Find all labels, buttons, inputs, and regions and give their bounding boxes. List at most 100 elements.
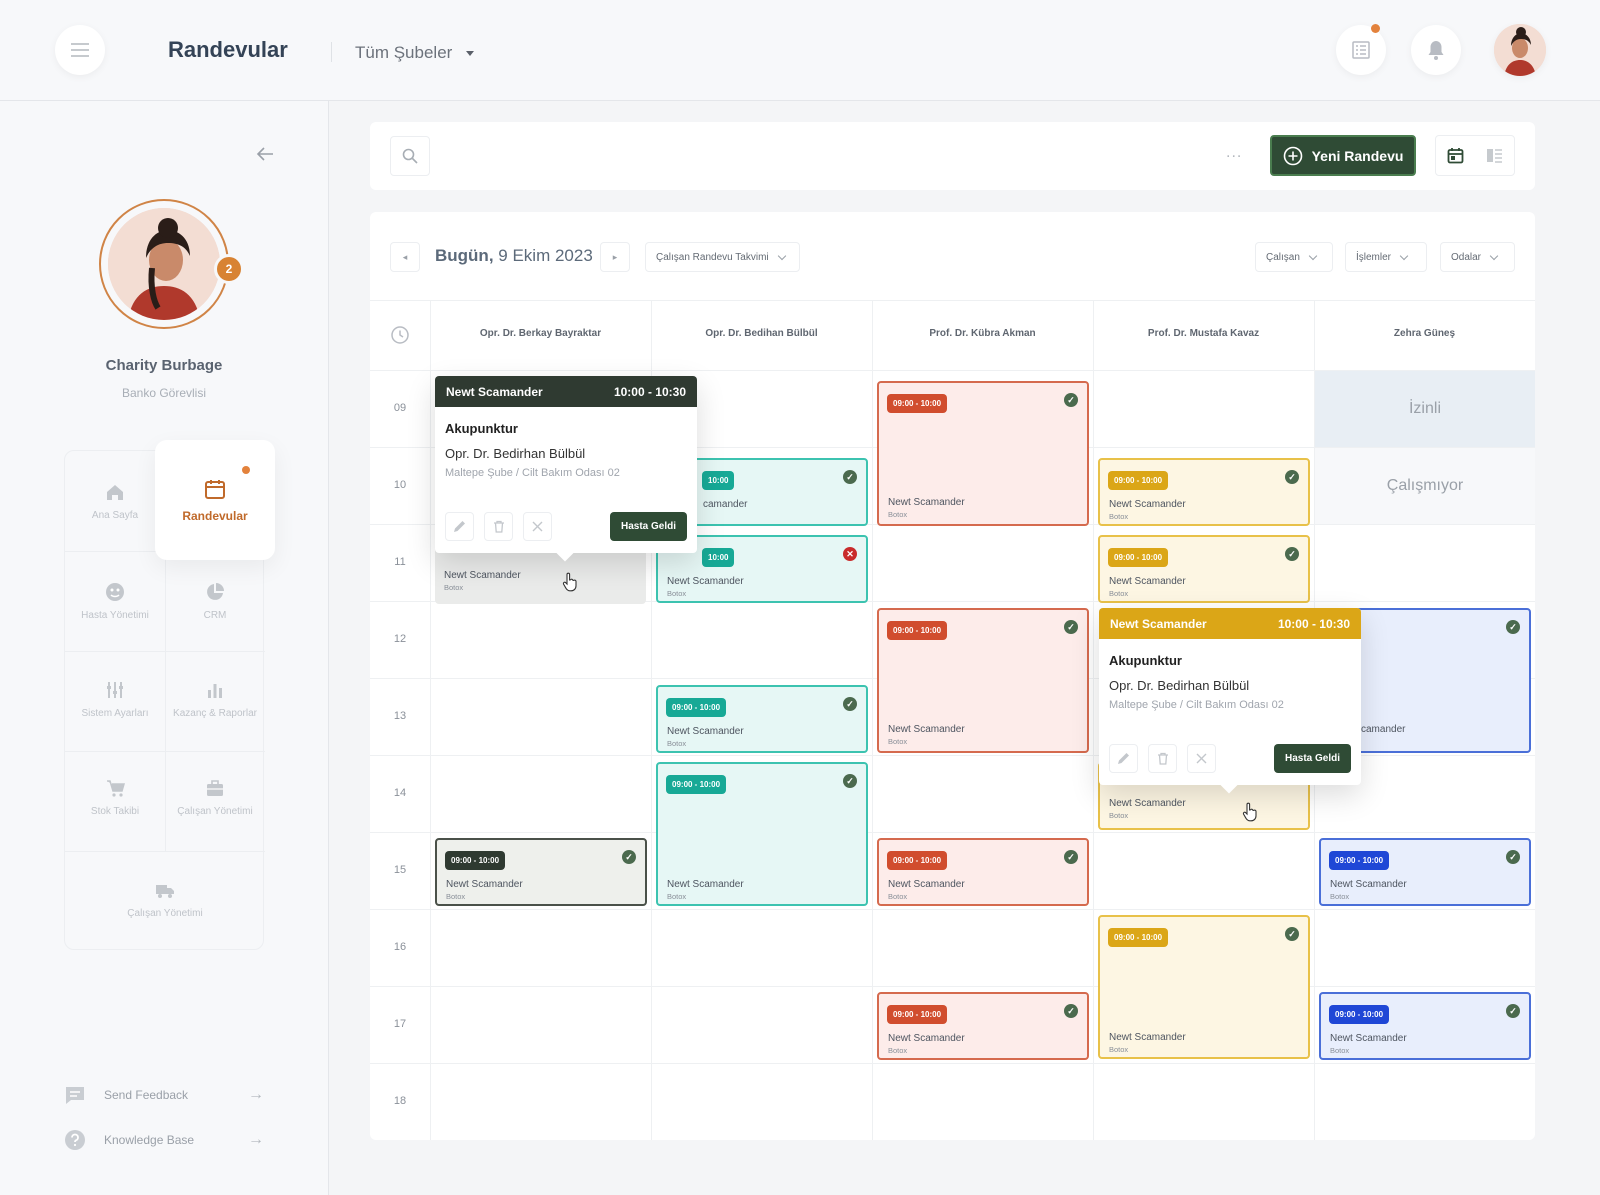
sidebar-item-label: Kazanç & Raporlar	[173, 708, 257, 719]
new-appointment-label: Yeni Randevu	[1311, 147, 1404, 164]
column-header: Prof. Dr. Mustafa Kavaz	[1147, 328, 1260, 339]
delete-button[interactable]	[1148, 744, 1177, 773]
pencil-icon	[1118, 753, 1129, 764]
popup-procedure: Akupunktur	[445, 421, 518, 436]
appointment-service: Botox	[888, 510, 908, 519]
filter-employee[interactable]: Çalışan	[1255, 242, 1333, 272]
calendar-icon	[205, 480, 225, 499]
chevron-down-icon	[1489, 251, 1499, 260]
check-icon: ✓	[843, 697, 857, 711]
sidebar-item-label: CRM	[203, 610, 227, 621]
arrow-right-icon: →	[248, 1086, 264, 1103]
sidebar-item-staff[interactable]: Çalışan Yönetimi	[165, 778, 265, 817]
notes-button[interactable]	[1336, 25, 1386, 75]
column-header: Opr. Dr. Bedihan Bülbül	[705, 328, 818, 339]
list-view-button[interactable]	[1475, 136, 1514, 175]
delete-button[interactable]	[484, 512, 513, 541]
close-button[interactable]	[523, 512, 552, 541]
appointment-card[interactable]: 09:00 - 10:00 ✓ Newt Scamander Botox	[435, 838, 647, 906]
appointments-dot	[242, 466, 250, 474]
view-select[interactable]: Çalışan Randevu Takvimi	[645, 242, 800, 272]
divider	[331, 42, 332, 62]
sidebar-item-appointments[interactable]: Randevular	[155, 440, 275, 560]
more-options-icon[interactable]: ...	[1226, 144, 1242, 162]
popup-patient-name: Newt Scamander	[446, 384, 543, 399]
filter-rooms[interactable]: Odalar	[1440, 242, 1515, 272]
knowledge-base-label: Knowledge Base	[104, 1133, 195, 1147]
menu-button[interactable]	[55, 25, 105, 75]
appointment-card[interactable]: 09:00 - 10:00 ✓ Newt Scamander Botox	[656, 685, 868, 753]
calendar-icon	[1447, 148, 1464, 164]
appointment-service: Botox	[667, 892, 687, 901]
plus-circle-icon	[1283, 146, 1302, 165]
filter-procedures[interactable]: İşlemler	[1345, 242, 1427, 272]
sidebar-item-staff-2[interactable]: Çalışan Yönetimi	[115, 880, 215, 919]
user-role: Banko Görevlisi	[121, 386, 207, 400]
sidebar-item-stock[interactable]: Stok Takibi	[65, 778, 165, 817]
appointment-card[interactable]: 09:00 - 10:00 ✓ Newt Scamander Botox	[877, 381, 1089, 526]
appointment-card[interactable]: 09:00 - 10:00 ✓ Newt Scamander Botox	[877, 608, 1089, 753]
appointment-card[interactable]: 09:00 - 10:00 ✓ Newt Scamander Botox	[1098, 535, 1310, 603]
edit-button[interactable]	[445, 512, 474, 541]
appointment-card[interactable]: 09:00 - 10:00 ✓ Newt Scamander Botox	[877, 838, 1089, 906]
patient-arrived-button[interactable]: Hasta Geldi	[1273, 744, 1351, 773]
current-date: Bugün, 9 Ekim 2023	[435, 246, 593, 266]
search-button[interactable]	[390, 136, 430, 176]
chevron-down-icon	[1399, 251, 1409, 260]
check-icon: ✓	[1064, 620, 1078, 634]
avatar-image	[108, 208, 220, 320]
check-icon: ✓	[1064, 850, 1078, 864]
sidebar-item-patients[interactable]: Hasta Yönetimi	[65, 582, 165, 621]
notifications-button[interactable]	[1411, 25, 1461, 75]
profile-avatar[interactable]	[1494, 24, 1546, 76]
sidebar-item-crm[interactable]: CRM	[165, 582, 265, 621]
send-feedback-link[interactable]: Send Feedback →	[64, 1084, 264, 1106]
sidebar-item-home[interactable]: Ana Sayfa	[65, 482, 165, 521]
check-icon: ✓	[1506, 620, 1520, 634]
appointment-service: Botox	[667, 589, 687, 598]
appointment-name: Newt Scamander	[888, 497, 965, 508]
appointment-card[interactable]: 09:00 - 10:00 ✓ Newt Scamander Botox	[1319, 838, 1531, 906]
popup-location: Maltepe Şube / Cilt Bakım Odası 02	[445, 467, 620, 479]
sidebar-item-settings[interactable]: Sistem Ayarları	[65, 680, 165, 719]
calendar-view-button[interactable]	[1436, 136, 1475, 175]
appointment-card[interactable]: 09:00 - 10:00 ✓ Newt Scamander Botox	[1098, 915, 1310, 1059]
next-day-button[interactable]: ▸	[600, 242, 630, 272]
appointment-card[interactable]: 09:00 - 10:00 ✓ Newt Scamander Botox	[1098, 458, 1310, 526]
appointment-service: Botox	[667, 739, 687, 748]
arrow-right-icon: →	[248, 1131, 264, 1148]
appointment-card[interactable]: 09:00 - 10:00 ✓ Newt Scamander Botox	[877, 992, 1089, 1060]
close-button[interactable]	[1187, 744, 1216, 773]
pencil-icon	[454, 521, 465, 532]
list-icon	[1352, 41, 1370, 59]
sliders-icon	[107, 682, 123, 698]
prev-day-button[interactable]: ◂	[390, 242, 420, 272]
appointment-service: Botox	[1109, 811, 1129, 820]
appointment-service: Botox	[1109, 1045, 1129, 1054]
knowledge-base-link[interactable]: Knowledge Base →	[64, 1129, 264, 1151]
appointment-card[interactable]: 09:00 - 10:00 ✓ Newt Scamander Botox	[656, 762, 868, 906]
appointment-time: 09:00 - 10:00	[1108, 471, 1169, 490]
appointment-service: Botox	[888, 1046, 908, 1055]
appointment-name: Newt Scamander	[1109, 499, 1186, 510]
sidebar-item-reports[interactable]: Kazanç & Raporlar	[165, 680, 265, 719]
appointment-name: Newt Scamander	[888, 1033, 965, 1044]
new-appointment-button[interactable]: Yeni Randevu	[1270, 135, 1416, 176]
branch-select[interactable]: Tüm Şubeler	[355, 43, 475, 63]
appointment-time: 09:00 - 10:00	[887, 851, 948, 870]
appointment-time: 10:00	[702, 471, 735, 490]
popup-procedure: Akupunktur	[1109, 653, 1182, 668]
edit-button[interactable]	[1109, 744, 1138, 773]
view-toggle	[1435, 135, 1515, 176]
patient-arrived-button[interactable]: Hasta Geldi	[609, 512, 687, 541]
page-title: Randevular	[168, 37, 288, 62]
top-bar: Randevular Tüm Şubeler	[0, 0, 1600, 101]
appointment-popup: Newt Scamander 10:00 - 10:30 Akupunktur …	[435, 376, 697, 562]
collapse-arrow-icon[interactable]	[256, 146, 274, 162]
notes-dot	[1371, 24, 1380, 33]
appointment-card[interactable]: 09:00 - 10:00 ✓ Newt Scamander Botox	[1319, 992, 1531, 1060]
check-icon: ✓	[622, 850, 636, 864]
popup-time: 10:00 - 10:30	[1277, 616, 1350, 631]
appointment-name: Newt Scamander	[667, 726, 744, 737]
sidebar-item-label: Çalışan Yönetimi	[177, 806, 253, 817]
